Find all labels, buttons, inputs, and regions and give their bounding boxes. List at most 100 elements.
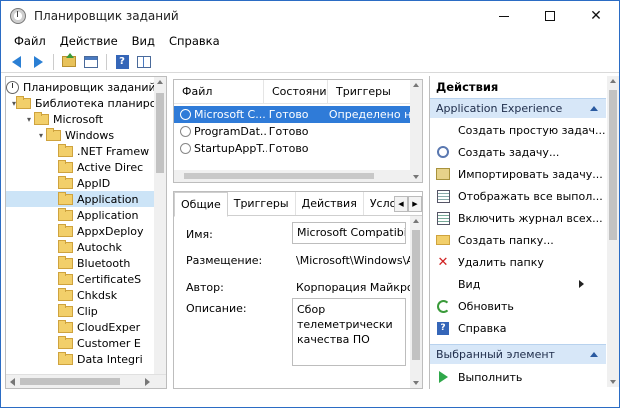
action-item[interactable]: Импортировать задачу... [430, 163, 606, 185]
action-label: Импортировать задачу... [458, 167, 603, 181]
tree-item-folder[interactable]: Customer E [6, 335, 166, 351]
show-action-pane-button[interactable] [135, 53, 153, 71]
scroll-up-icon[interactable] [610, 79, 616, 83]
location-value: \Microsoft\Windows\A [296, 254, 414, 267]
tree-item-folder[interactable]: Active Direc [6, 159, 166, 175]
name-field[interactable]: Microsoft Compatibilit [292, 222, 406, 244]
collapse-chevron-icon[interactable]: ▾ [24, 115, 34, 124]
help-button[interactable]: ? [113, 53, 131, 71]
tree-item-folder[interactable]: CloudExper [6, 319, 166, 335]
task-row[interactable]: StartupAppT... Готово [174, 140, 422, 157]
description-label: Описание: [186, 302, 247, 315]
menu-help[interactable]: Справка [162, 34, 227, 48]
scroll-up-icon[interactable] [413, 83, 419, 87]
folder-icon [58, 335, 73, 349]
scroll-thumb[interactable] [184, 173, 374, 179]
scroll-thumb[interactable] [156, 93, 164, 173]
tree-item-microsoft[interactable]: ▾ Microsoft [6, 111, 166, 127]
menu-view[interactable]: Вид [125, 34, 162, 48]
task-list-header: Файл Состояние Триггеры [174, 80, 422, 104]
display-running-tasks-icon [436, 189, 450, 203]
tree-item-folder[interactable]: CertificateS [6, 271, 166, 287]
tree-item-folder[interactable]: Autochk [6, 239, 166, 255]
scroll-thumb[interactable] [609, 90, 617, 240]
task-row[interactable]: Microsoft C... Готово Определено неск... [174, 106, 422, 123]
tree-item-library[interactable]: ▾ Библиотека планиро... [6, 95, 166, 111]
action-item[interactable]: Отображать все выпол... [430, 185, 606, 207]
tree-item-folder[interactable]: .NET Framew [6, 143, 166, 159]
tree-vertical-scrollbar[interactable] [154, 77, 166, 374]
action-item[interactable]: Создать задачу... [430, 141, 606, 163]
folder-icon [58, 271, 73, 285]
folder-icon [58, 175, 73, 189]
tree-item-root[interactable]: Планировщик заданий (... [6, 79, 166, 95]
scroll-left-icon[interactable] [10, 378, 15, 386]
enable-history-icon-shape [436, 211, 450, 225]
up-one-level-button[interactable] [60, 53, 78, 71]
scroll-down-icon[interactable] [413, 175, 419, 179]
action-item[interactable]: Включить журнал всех... [430, 207, 606, 229]
task-row[interactable]: ProgramDat... Готово [174, 123, 422, 140]
scroll-down-icon[interactable] [413, 381, 419, 385]
action-item[interactable]: Вид [430, 273, 606, 295]
tree-item-windows[interactable]: ▾ Windows [6, 127, 166, 143]
scroll-thumb[interactable] [20, 378, 120, 385]
menu-file[interactable]: Файл [7, 34, 53, 48]
section-title: Выбранный элемент [436, 348, 555, 361]
scroll-down-icon[interactable] [610, 380, 616, 384]
tree-item-label: CloudExper [77, 320, 141, 334]
tree-item-folder[interactable]: Chkdsk [6, 287, 166, 303]
task-list-vertical-scrollbar[interactable] [410, 80, 422, 182]
action-item[interactable]: Обновить [430, 295, 606, 317]
tab-scroll-left-icon[interactable]: ◀ [394, 196, 408, 212]
tab-triggers[interactable]: Триггеры [228, 192, 296, 215]
tree-horizontal-scrollbar[interactable] [6, 374, 166, 388]
run-icon [436, 370, 450, 384]
description-field[interactable]: Сбор телеметрически качества ПО [292, 298, 406, 366]
column-header-name[interactable]: Файл [174, 80, 264, 104]
scroll-up-icon[interactable] [413, 219, 419, 223]
task-details-pane: Общие Триггеры Действия Условия ◀ ▶ Имя:… [173, 191, 423, 389]
collapse-up-icon[interactable] [590, 352, 598, 357]
tree-item-label: Microsoft [53, 112, 104, 126]
tree-item-folder[interactable]: Application [6, 207, 166, 223]
scroll-right-icon[interactable] [145, 378, 150, 386]
task-status-icon [180, 143, 191, 154]
selected-item-section-header[interactable]: Выбранный элемент [430, 344, 606, 364]
action-run[interactable]: Выполнить [430, 366, 606, 388]
forward-button[interactable] [29, 53, 47, 71]
tree-item-folder[interactable]: Clip [6, 303, 166, 319]
close-button[interactable]: ✕ [573, 1, 619, 31]
tab-scroll-right-icon[interactable]: ▶ [408, 196, 422, 212]
collapse-up-icon[interactable] [590, 106, 598, 111]
tree-item-folder[interactable]: Data Integri [6, 351, 166, 367]
tab-general[interactable]: Общие [174, 192, 228, 217]
show-hide-console-tree-button[interactable] [82, 53, 100, 71]
folder-icon [58, 191, 73, 205]
action-item[interactable]: ✕ Удалить папку [430, 251, 606, 273]
action-item[interactable]: ? Справка [430, 317, 606, 339]
action-item[interactable]: Создать простую задач... [430, 119, 606, 141]
maximize-button[interactable] [527, 1, 573, 31]
column-header-triggers[interactable]: Триггеры [328, 80, 422, 104]
tree-item-folder[interactable]: Bluetooth [6, 255, 166, 271]
tree-item-folder[interactable]: AppID [6, 175, 166, 191]
column-header-state[interactable]: Состояние [264, 80, 328, 104]
actions-section-header[interactable]: Application Experience [430, 98, 606, 118]
action-label: Создать папку... [458, 233, 554, 247]
tree-item-folder[interactable]: AppxDeploy [6, 223, 166, 239]
scroll-thumb[interactable] [412, 230, 420, 360]
actions-vertical-scrollbar[interactable] [607, 76, 619, 387]
tab-actions[interactable]: Действия [296, 192, 364, 215]
menu-action[interactable]: Действие [53, 34, 125, 48]
scroll-up-icon[interactable] [157, 80, 163, 84]
tree-item-label: Data Integri [77, 352, 143, 366]
collapse-chevron-icon[interactable]: ▾ [36, 131, 46, 140]
details-vertical-scrollbar[interactable] [410, 216, 422, 388]
back-button[interactable] [7, 53, 25, 71]
action-item[interactable]: Создать папку... [430, 229, 606, 251]
task-list-horizontal-scrollbar[interactable] [174, 170, 410, 182]
tree-item-folder[interactable]: Application [6, 191, 166, 207]
minimize-button[interactable] [481, 1, 527, 31]
create-task-icon [436, 145, 450, 159]
